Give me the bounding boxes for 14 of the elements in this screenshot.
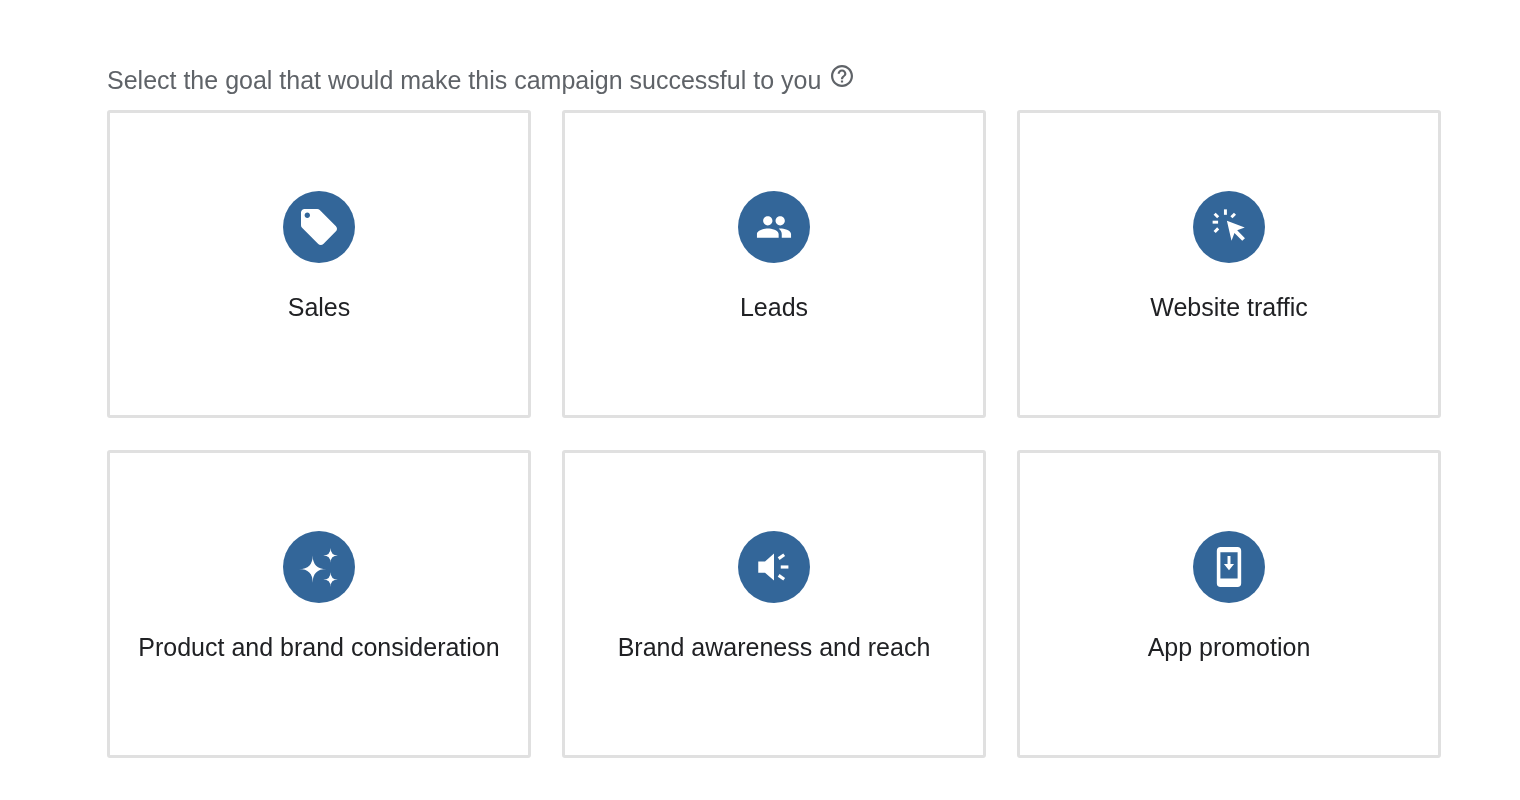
cursor-click-icon	[1193, 191, 1265, 263]
goal-card[interactable]: Brand awareness and reach	[562, 450, 986, 758]
speaker-icon	[738, 531, 810, 603]
phone-download-icon	[1193, 531, 1265, 603]
sparkle-icon	[283, 531, 355, 603]
goal-card[interactable]: Product and brand consideration	[107, 450, 531, 758]
goal-card[interactable]: App promotion	[1017, 450, 1441, 758]
goal-card[interactable]: Sales	[107, 110, 531, 418]
goal-card[interactable]: Website traffic	[1017, 110, 1441, 418]
goal-card[interactable]: Leads	[562, 110, 986, 418]
goal-heading: Select the goal that would make this campaign successful to you	[107, 65, 822, 96]
people-icon	[738, 191, 810, 263]
help-icon[interactable]	[831, 65, 854, 87]
tag-icon	[283, 191, 355, 263]
